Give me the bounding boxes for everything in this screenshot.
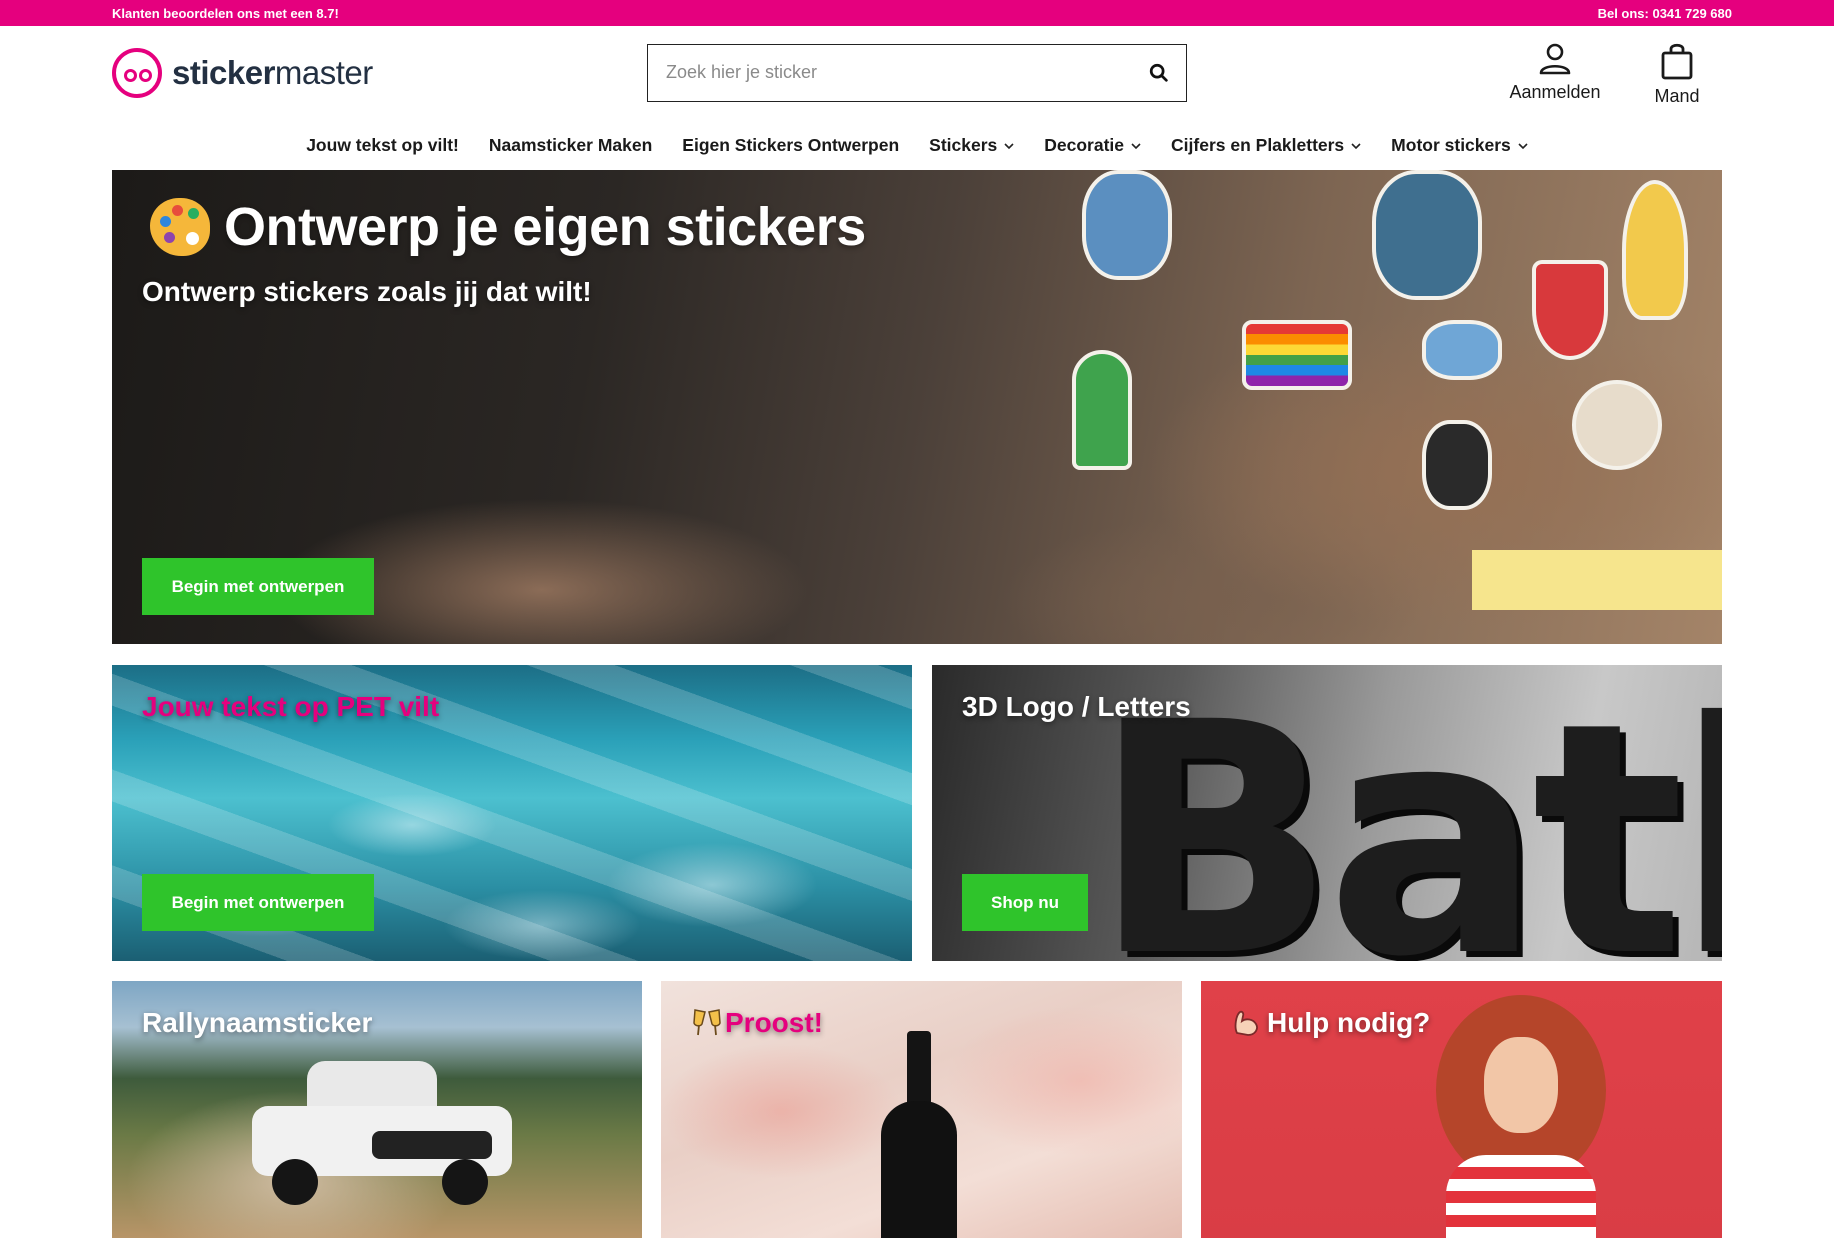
nav-item-motor[interactable]: Motor stickers xyxy=(1376,132,1543,159)
wave-sticker-image xyxy=(1082,170,1172,280)
lightbulb-sticker-image xyxy=(1622,180,1688,320)
champagne-glasses-icon xyxy=(693,1009,721,1036)
nav-item-naamsticker[interactable]: Naamsticker Maken xyxy=(474,132,667,159)
shopping-bag-icon xyxy=(1661,43,1693,80)
rally-tile-title: Rallynaamsticker xyxy=(142,1007,373,1038)
dolphin-sticker-image xyxy=(1422,320,1502,380)
sticky-note-image xyxy=(1472,550,1722,610)
help-tile-title: Hulp nodig? xyxy=(1231,1007,1430,1039)
cactus-sticker-image xyxy=(1072,350,1132,470)
logo-wordmark: stickermaster xyxy=(172,54,373,91)
hero-subtitle: Ontwerp stickers zoals jij dat wilt! xyxy=(142,276,592,307)
chevron-down-icon xyxy=(1518,142,1528,149)
logo-icon xyxy=(112,48,162,98)
login-label: Aanmelden xyxy=(1509,82,1601,102)
login-button[interactable]: Aanmelden xyxy=(1505,42,1605,103)
nav-item-stickers[interactable]: Stickers xyxy=(914,132,1029,159)
pet-design-button[interactable]: Begin met ontwerpen xyxy=(142,874,374,931)
flexed-biceps-icon xyxy=(1234,1010,1258,1036)
hero-design-button[interactable]: Begin met ontwerpen xyxy=(142,558,374,615)
hero-banner[interactable]: Ontwerp je eigen stickers Ontwerp sticke… xyxy=(112,170,1722,644)
chevron-down-icon xyxy=(1351,142,1361,149)
search-icon[interactable] xyxy=(1148,62,1170,84)
pet-felt-tile[interactable]: Jouw tekst op PET vilt Begin met ontwerp… xyxy=(112,665,912,961)
chevron-down-icon xyxy=(1004,142,1014,149)
pet-tile-title: Jouw tekst op PET vilt xyxy=(142,691,440,722)
nav-item-vilt[interactable]: Jouw tekst op vilt! xyxy=(291,132,474,159)
mountain-sticker-image xyxy=(1372,170,1482,300)
nav-item-cijfers[interactable]: Cijfers en Plakletters xyxy=(1156,132,1376,159)
wine-bottle-image xyxy=(881,1031,957,1238)
help-tile[interactable]: Hulp nodig? xyxy=(1201,981,1722,1238)
top-announcement-bar: Klanten beoordelen ons met een 8.7! Bel … xyxy=(0,0,1834,26)
shop-now-button[interactable]: Shop nu xyxy=(962,874,1088,931)
watermelon-sticker-image xyxy=(1532,260,1608,360)
rainbow-flag-sticker-image xyxy=(1242,320,1352,390)
palette-icon xyxy=(150,198,210,256)
chevron-down-icon xyxy=(1131,142,1141,149)
phone-text[interactable]: Bel ons: 0341 729 680 xyxy=(1598,6,1732,21)
logo-3d-tile-title: 3D Logo / Letters xyxy=(962,691,1191,722)
search-input[interactable] xyxy=(648,45,1118,100)
nav-item-eigen-stickers[interactable]: Eigen Stickers Ontwerpen xyxy=(667,132,914,159)
confused-woman-image xyxy=(1436,995,1606,1238)
proost-tile[interactable]: Proost! xyxy=(661,981,1182,1238)
shell-sticker-image xyxy=(1572,380,1662,470)
site-logo[interactable]: stickermaster xyxy=(112,46,373,100)
search-box xyxy=(647,44,1187,102)
cart-label: Mand xyxy=(1654,86,1700,106)
proost-tile-title: Proost! xyxy=(691,1007,823,1039)
logo-3d-tile[interactable]: Bathroo 3D Logo / Letters Shop nu xyxy=(932,665,1722,961)
hero-title: Ontwerp je eigen stickers xyxy=(224,197,866,257)
user-icon xyxy=(1539,43,1571,75)
leaf-sticker-image xyxy=(1422,420,1492,510)
hero-heading: Ontwerp je eigen stickers xyxy=(150,196,866,258)
nav-item-decoratie[interactable]: Decoratie xyxy=(1029,132,1156,159)
cart-button[interactable]: Mand xyxy=(1642,42,1712,107)
main-navigation: Jouw tekst op vilt! Naamsticker Maken Ei… xyxy=(0,132,1834,159)
rally-sticker-tile[interactable]: Rallynaamsticker xyxy=(112,981,642,1238)
rating-text[interactable]: Klanten beoordelen ons met een 8.7! xyxy=(112,6,339,21)
rally-car-image xyxy=(252,1061,512,1211)
